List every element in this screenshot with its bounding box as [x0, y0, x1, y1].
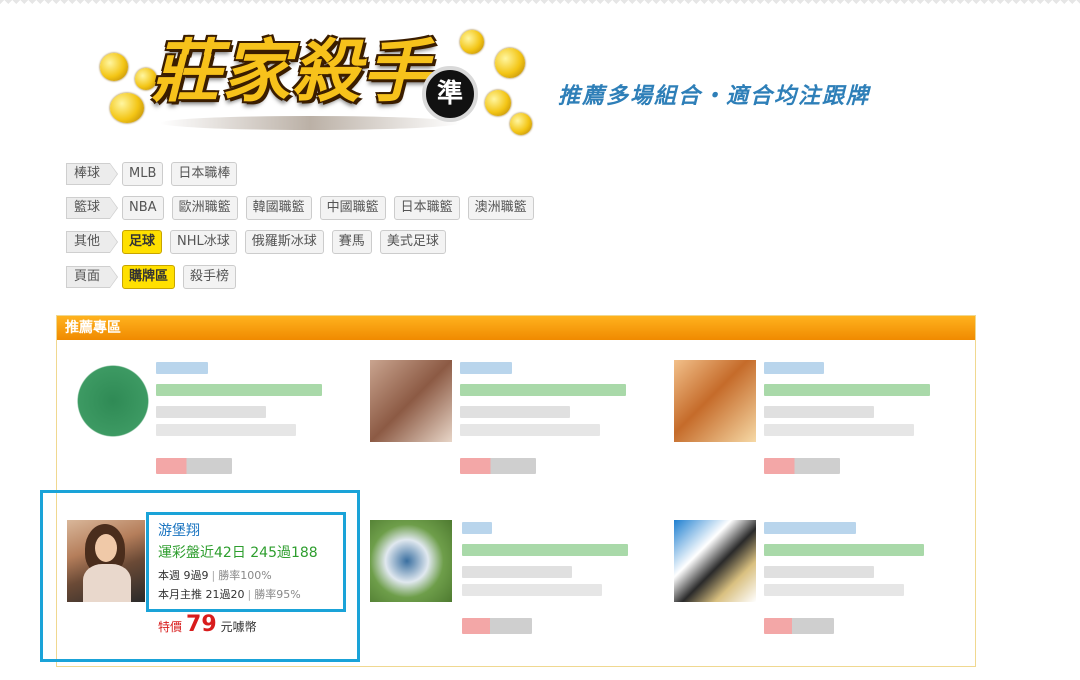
blurred-avatar [674, 360, 756, 442]
chip-kbl[interactable]: 韓國職籃 [245, 196, 312, 220]
filter-row-page: 頁面 購牌區 殺手榜 [66, 265, 244, 289]
blurred-avatar [674, 520, 756, 602]
blurred-line [156, 458, 232, 474]
blurred-line [460, 406, 570, 418]
top-border [0, 0, 1080, 8]
chip-american-football[interactable]: 美式足球 [379, 230, 446, 254]
chip-nba[interactable]: NBA [122, 196, 164, 220]
filter-row-baseball: 棒球 MLB 日本職棒 [66, 162, 245, 186]
month-stats: 本月主推 21過20 | 勝率95% [158, 588, 301, 601]
coin-icon [495, 48, 525, 78]
blurred-line [462, 544, 628, 556]
blurred-card[interactable] [674, 360, 964, 500]
blurred-line [764, 424, 914, 436]
logo-shadow [160, 116, 460, 130]
blurred-line [460, 362, 512, 374]
tipster-avatar[interactable] [67, 520, 145, 602]
category-tag: 籃球 [66, 197, 119, 219]
chip-soccer[interactable]: 足球 [122, 230, 163, 254]
blurred-avatar [370, 520, 452, 602]
week-record: 本週 9過9 [158, 569, 209, 582]
blurred-line [460, 384, 626, 396]
blurred-line [764, 522, 856, 534]
week-stats: 本週 9過9 | 勝率100% [158, 569, 272, 582]
blurred-avatar [72, 360, 154, 442]
panel-title: 推薦專區 [57, 316, 975, 340]
month-record: 本月主推 21過20 [158, 588, 245, 601]
month-rate: 勝率95% [254, 588, 301, 601]
blurred-line [462, 584, 602, 596]
blurred-line [156, 406, 266, 418]
chip-purchase-area[interactable]: 購牌區 [122, 265, 176, 289]
category-tag: 棒球 [66, 163, 119, 185]
price-tag[interactable]: 特價 79 元噱幣 [158, 612, 257, 637]
chip-killer-ranking[interactable]: 殺手榜 [183, 265, 237, 289]
chip-cba[interactable]: 中國職籃 [319, 196, 386, 220]
site-logo[interactable]: 莊家殺手 準 [100, 28, 540, 143]
blurred-card[interactable] [370, 360, 660, 500]
filter-row-other: 其他 足球 NHL冰球 俄羅斯冰球 賽馬 美式足球 [66, 230, 454, 254]
chip-khl[interactable]: 俄羅斯冰球 [244, 230, 324, 254]
coin-icon [510, 113, 532, 135]
blurred-line [462, 618, 532, 634]
blurred-avatar [370, 360, 452, 442]
blurred-line [764, 406, 874, 418]
blurred-line [156, 362, 208, 374]
price-unit: 元噱幣 [220, 620, 257, 634]
coin-icon [110, 93, 144, 123]
chip-mlb[interactable]: MLB [122, 162, 164, 186]
blurred-line [764, 566, 874, 578]
filter-row-basketball: 籃球 NBA 歐洲職籃 韓國職籃 中國職籃 日本職籃 澳洲職籃 [66, 196, 542, 220]
chip-nbl[interactable]: 澳洲職籃 [467, 196, 534, 220]
slogan: 推薦多場組合・適合均注跟牌 [558, 84, 871, 109]
blurred-card[interactable] [72, 360, 362, 500]
blurred-line [462, 522, 492, 534]
logo-title: 莊家殺手 [152, 32, 433, 112]
tipster-record: 運彩盤近42日 245過188 [158, 545, 318, 561]
coin-icon [485, 90, 511, 116]
tipster-name[interactable]: 游堡翔 [158, 520, 200, 540]
avatar-body [83, 564, 131, 602]
blurred-line [764, 584, 904, 596]
chip-npb[interactable]: 日本職棒 [171, 162, 238, 186]
chip-nhl[interactable]: NHL冰球 [170, 230, 237, 254]
blurred-card[interactable] [370, 520, 660, 660]
coin-icon [460, 30, 484, 54]
category-tag: 頁面 [66, 266, 119, 288]
blurred-line [460, 458, 536, 474]
coin-icon [100, 53, 128, 81]
chip-horse-racing[interactable]: 賽馬 [331, 230, 372, 254]
category-tag: 其他 [66, 231, 119, 253]
week-rate: 勝率100% [218, 569, 272, 582]
blurred-line [764, 458, 840, 474]
chip-japan-basketball[interactable]: 日本職籃 [393, 196, 460, 220]
blurred-line [764, 362, 824, 374]
blurred-line [156, 424, 296, 436]
chip-euro-basketball[interactable]: 歐洲職籃 [171, 196, 238, 220]
blurred-line [460, 424, 600, 436]
blurred-line [462, 566, 572, 578]
logo-badge: 準 [422, 66, 478, 122]
avatar-face [95, 534, 117, 562]
price-value: 79 [186, 612, 217, 637]
price-label: 特價 [158, 620, 183, 634]
blurred-line [764, 384, 930, 396]
blurred-line [764, 618, 834, 634]
blurred-line [764, 544, 924, 556]
blurred-card[interactable] [674, 520, 964, 660]
blurred-line [156, 384, 322, 396]
